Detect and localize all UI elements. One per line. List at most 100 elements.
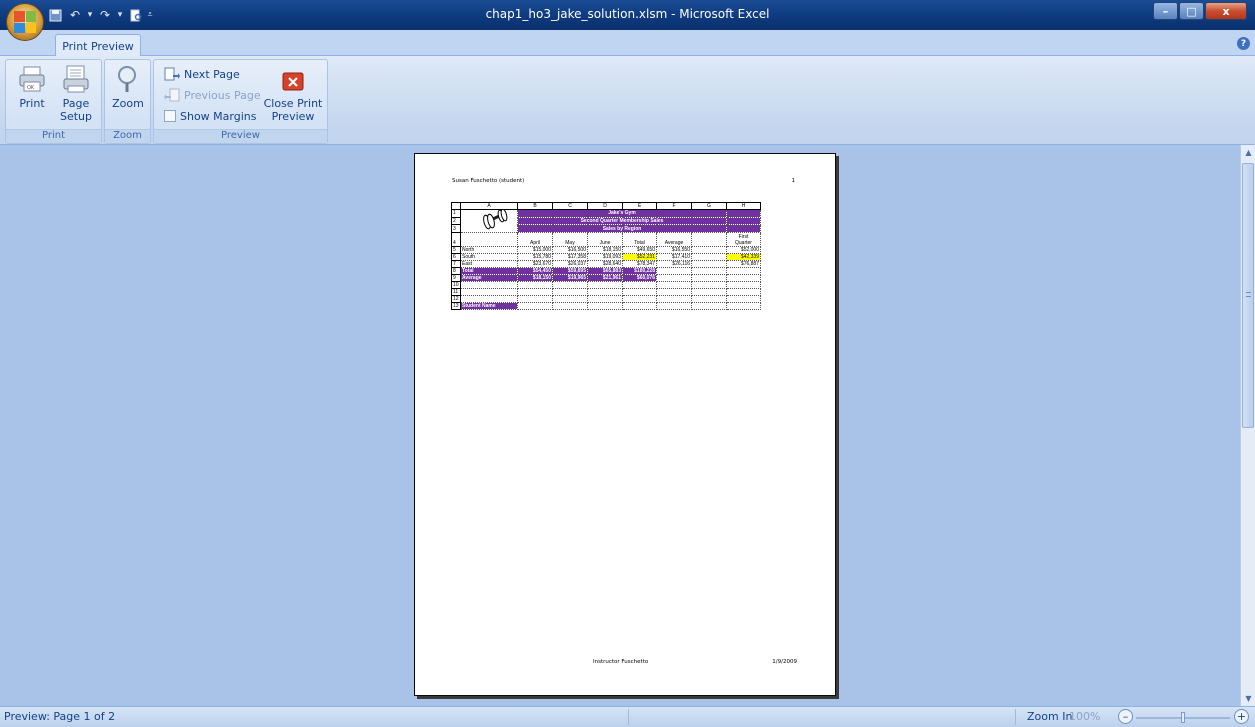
zoom-slider-thumb[interactable] (1181, 712, 1185, 723)
tab-print-preview[interactable]: Print Preview (55, 34, 141, 57)
close-print-preview-button[interactable]: Close Print Preview (262, 63, 324, 123)
average-row: 9 Average $18,150 $19,965 $21,961 $60,07… (451, 274, 761, 282)
next-page-button[interactable]: Next Page (164, 65, 240, 83)
cell (656, 288, 692, 296)
scroll-up-icon[interactable]: ▲ (1241, 145, 1255, 160)
cell: $19,965 (552, 274, 588, 282)
scrollbar-thumb[interactable] (1242, 163, 1254, 428)
zoom-in-icon[interactable]: + (1234, 709, 1249, 724)
print-button[interactable]: OK Print (14, 63, 50, 110)
cell: $26,116 (656, 260, 692, 268)
table-row: 7 East $23,670 $26,037 $28,640 $78,347 $… (451, 260, 761, 268)
page-header-right: 1 (791, 178, 796, 184)
minimize-button[interactable]: – (1153, 2, 1178, 20)
page-setup-icon (60, 63, 92, 95)
cell (517, 281, 553, 289)
row-number: 11 (451, 288, 461, 296)
title-fill (726, 216, 761, 226)
show-margins-checkbox[interactable]: Show Margins (164, 107, 256, 125)
close-preview-label-1: Close Print (263, 97, 323, 110)
vertical-scrollbar[interactable]: ▲ ▼ (1240, 145, 1255, 706)
office-button[interactable] (6, 3, 44, 41)
cell (552, 302, 588, 310)
status-divider (628, 709, 629, 725)
header-june: June (587, 232, 623, 247)
cell: $26,037 (552, 260, 588, 268)
preview-workspace: Susan Fuschetto (student) 1 A B C D E F … (0, 145, 1240, 706)
column-header: G (691, 202, 727, 210)
row-number: 1 (451, 209, 461, 218)
cell (622, 288, 657, 296)
zoom-out-icon[interactable]: – (1118, 709, 1133, 724)
header-first-quarter: First Quarter (726, 232, 761, 247)
status-bar: Preview: Page 1 of 2 Zoom In 100% – + (0, 706, 1255, 727)
show-margins-label: Show Margins (180, 109, 257, 123)
page-header-left: Susan Fuschetto (student) (452, 178, 525, 184)
group-zoom-label: Zoom (105, 129, 150, 143)
column-header: H (726, 202, 761, 210)
cell: $23,670 (517, 260, 553, 268)
cell: $59,895 (552, 267, 588, 275)
cell (517, 295, 553, 303)
cell: $15,000 (517, 246, 553, 254)
cell (691, 232, 727, 247)
cell (656, 281, 692, 289)
header-april: April (517, 232, 553, 247)
cell: $28,640 (587, 260, 623, 268)
student-row: 13 Student Name (451, 302, 761, 310)
column-header: E (622, 202, 657, 210)
zoom-level[interactable]: 100% (1069, 710, 1100, 723)
row-label: South (460, 253, 518, 261)
row-label: Total (460, 267, 518, 275)
row-number: 4 (451, 232, 461, 247)
cell: $180,228 (622, 267, 657, 275)
header-may: May (552, 232, 588, 247)
page-setup-label-2: Setup (59, 110, 93, 123)
close-window-button[interactable]: x (1205, 2, 1247, 20)
preview-page[interactable]: Susan Fuschetto (student) 1 A B C D E F … (414, 153, 836, 696)
cell (587, 302, 623, 310)
table-row: 5 North $15,000 $16,500 $18,150 $49,650 … (451, 246, 761, 254)
cell: $49,650 (622, 246, 657, 254)
group-zoom: Zoom Zoom (104, 59, 151, 144)
cell (691, 274, 727, 282)
group-preview: Next Page Previous Page Show Margins Clo… (153, 59, 328, 144)
corner-cell (451, 202, 461, 210)
cell (656, 302, 692, 310)
cell (726, 288, 761, 296)
sheet-title-2: Second Quarter Membership Sales (517, 216, 727, 226)
page-setup-button[interactable]: Page Setup (54, 63, 98, 123)
help-icon[interactable]: ? (1237, 37, 1250, 50)
page-footer-center: Instructor Fuschetto (593, 659, 649, 665)
group-preview-label: Preview (154, 129, 327, 143)
scroll-down-icon[interactable]: ▼ (1241, 691, 1255, 706)
magnifier-icon (112, 63, 144, 95)
previous-page-button[interactable]: Previous Page (164, 86, 261, 104)
cell (726, 281, 761, 289)
table-row: 10 (451, 281, 761, 289)
maximize-button[interactable]: □ (1179, 2, 1204, 20)
cell: $18,150 (517, 274, 553, 282)
ribbon: OK Print Page Setup Print Zoom Zoom Next… (0, 56, 1255, 145)
cell (691, 246, 727, 254)
table-row: 12 (451, 295, 761, 303)
sheet-title-3: Sales by Region (517, 224, 727, 233)
cell (656, 267, 692, 275)
group-print-label: Print (6, 129, 101, 143)
cell (726, 274, 761, 282)
cell (726, 302, 761, 310)
cell (460, 232, 518, 247)
ribbon-tab-row: Print Preview ? (0, 30, 1255, 57)
page-footer-right: 1/9/2009 (772, 659, 797, 665)
cell (691, 302, 727, 310)
column-header: C (552, 202, 588, 210)
zoom-in-button[interactable]: Zoom In (1027, 710, 1072, 723)
zoom-button[interactable]: Zoom (109, 63, 147, 110)
cell (460, 295, 518, 303)
cell: $19,093 (587, 253, 623, 261)
table-row: 1 Jake's Gym (451, 209, 761, 230)
page-setup-label-1: Page (62, 97, 90, 110)
cell (691, 260, 727, 268)
cell: $65,883 (587, 267, 623, 275)
row-number: 12 (451, 295, 461, 303)
